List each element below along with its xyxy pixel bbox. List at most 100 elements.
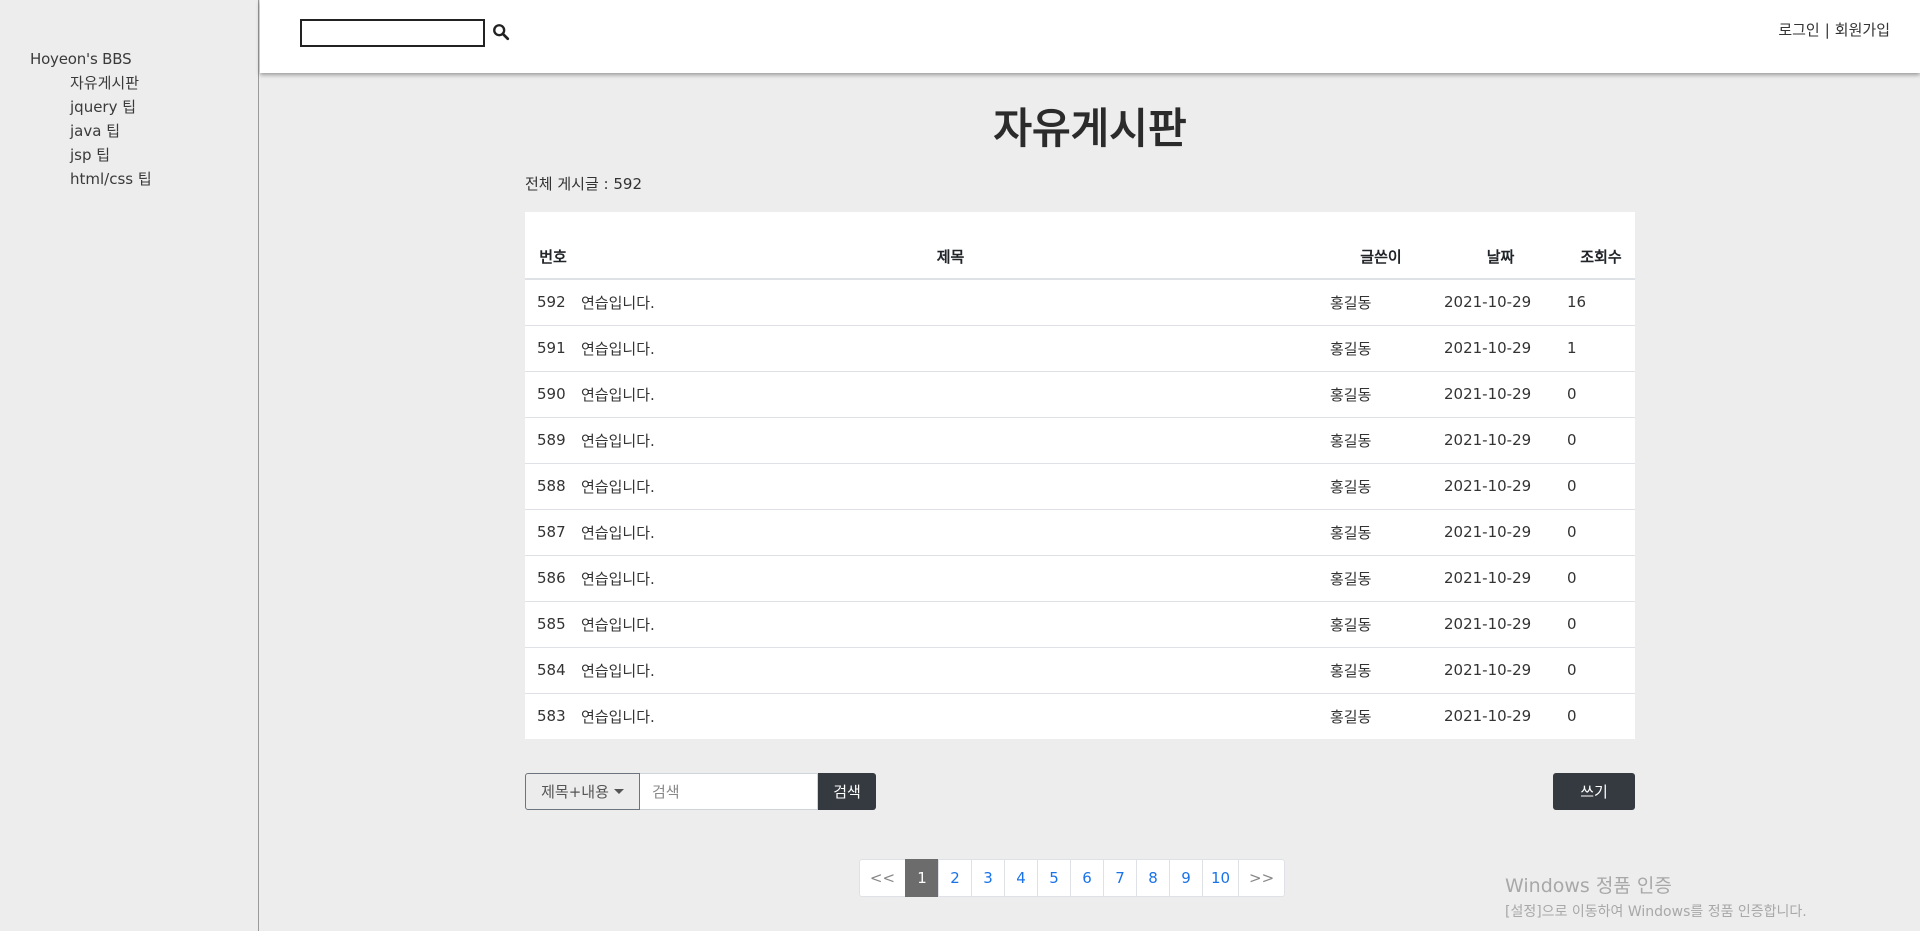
sidebar-item-java-tips[interactable]: java 팁 xyxy=(70,121,152,145)
pagination-next[interactable]: >> xyxy=(1238,859,1286,897)
post-writer: 홍길동 xyxy=(1320,554,1432,601)
post-title-link[interactable]: 연습입니다. xyxy=(581,554,1320,601)
post-date: 2021-10-29 xyxy=(1432,416,1557,463)
post-title-link[interactable]: 연습입니다. xyxy=(581,646,1320,693)
table-row[interactable]: 589 연습입니다. 홍길동 2021-10-29 0 xyxy=(525,416,1635,463)
post-views: 0 xyxy=(1557,370,1635,417)
column-header-number: 번호 xyxy=(525,212,581,280)
post-number: 591 xyxy=(525,324,581,371)
post-writer: 홍길동 xyxy=(1320,600,1432,647)
post-writer: 홍길동 xyxy=(1320,508,1432,555)
search-type-label: 제목+내용 xyxy=(541,783,609,801)
table-row[interactable]: 587 연습입니다. 홍길동 2021-10-29 0 xyxy=(525,508,1635,555)
post-title-link[interactable]: 연습입니다. xyxy=(581,508,1320,555)
pagination-page[interactable]: 7 xyxy=(1103,859,1137,897)
post-number: 587 xyxy=(525,508,581,555)
post-date: 2021-10-29 xyxy=(1432,692,1557,739)
post-date: 2021-10-29 xyxy=(1432,646,1557,693)
post-writer: 홍길동 xyxy=(1320,278,1432,325)
pagination-page[interactable]: 4 xyxy=(1004,859,1038,897)
post-title-link[interactable]: 연습입니다. xyxy=(581,416,1320,463)
post-views: 0 xyxy=(1557,508,1635,555)
post-views: 0 xyxy=(1557,692,1635,739)
post-date: 2021-10-29 xyxy=(1432,324,1557,371)
post-writer: 홍길동 xyxy=(1320,646,1432,693)
write-post-button[interactable]: 쓰기 xyxy=(1553,773,1635,810)
post-writer: 홍길동 xyxy=(1320,324,1432,371)
post-views: 1 xyxy=(1557,324,1635,371)
top-bar: 로그인 | 회원가입 xyxy=(260,0,1920,73)
pagination-page[interactable]: 2 xyxy=(938,859,972,897)
table-row[interactable]: 588 연습입니다. 홍길동 2021-10-29 0 xyxy=(525,462,1635,509)
brand-title[interactable]: Hoyeon's BBS xyxy=(30,50,132,68)
post-date: 2021-10-29 xyxy=(1432,600,1557,647)
auth-separator: | xyxy=(1824,21,1830,39)
pagination-page[interactable]: 8 xyxy=(1136,859,1170,897)
post-number: 584 xyxy=(525,646,581,693)
column-header-writer: 글쓴이 xyxy=(1320,212,1432,280)
sidebar-item-free-board[interactable]: 자유게시판 xyxy=(70,73,152,97)
sidebar-item-jquery-tips[interactable]: jquery 팁 xyxy=(70,97,152,121)
post-views: 0 xyxy=(1557,600,1635,647)
pagination-prev[interactable]: << xyxy=(859,859,906,897)
post-title-link[interactable]: 연습입니다. xyxy=(581,692,1320,739)
pagination-page[interactable]: 1 xyxy=(905,859,939,897)
table-row[interactable]: 591 연습입니다. 홍길동 2021-10-29 1 xyxy=(525,324,1635,371)
pagination: << 1 2 3 4 5 6 7 8 9 10 >> xyxy=(859,859,1286,897)
signup-link[interactable]: 회원가입 xyxy=(1835,21,1890,39)
pagination-page[interactable]: 10 xyxy=(1202,859,1240,897)
post-writer: 홍길동 xyxy=(1320,416,1432,463)
post-title-link[interactable]: 연습입니다. xyxy=(581,324,1320,371)
table-row[interactable]: 586 연습입니다. 홍길동 2021-10-29 0 xyxy=(525,554,1635,601)
watermark-title: Windows 정품 인증 xyxy=(1505,875,1672,897)
post-number: 583 xyxy=(525,692,581,739)
pagination-page[interactable]: 5 xyxy=(1037,859,1071,897)
board-search-input[interactable] xyxy=(640,773,818,810)
table-row[interactable]: 585 연습입니다. 홍길동 2021-10-29 0 xyxy=(525,600,1635,647)
auth-links: 로그인 | 회원가입 xyxy=(1778,19,1890,40)
post-number: 590 xyxy=(525,370,581,417)
post-number: 585 xyxy=(525,600,581,647)
pagination-page[interactable]: 3 xyxy=(971,859,1005,897)
sidebar-item-jsp-tips[interactable]: jsp 팁 xyxy=(70,145,152,169)
column-header-title: 제목 xyxy=(581,212,1320,280)
post-views: 0 xyxy=(1557,416,1635,463)
post-views: 0 xyxy=(1557,554,1635,601)
caret-down-icon xyxy=(613,789,624,794)
table-row[interactable]: 583 연습입니다. 홍길동 2021-10-29 0 xyxy=(525,692,1635,739)
top-search-input[interactable] xyxy=(300,19,485,47)
post-date: 2021-10-29 xyxy=(1432,554,1557,601)
search-type-dropdown[interactable]: 제목+내용 xyxy=(525,773,640,810)
post-writer: 홍길동 xyxy=(1320,370,1432,417)
login-link[interactable]: 로그인 xyxy=(1778,21,1819,39)
table-row[interactable]: 590 연습입니다. 홍길동 2021-10-29 0 xyxy=(525,370,1635,417)
post-date: 2021-10-29 xyxy=(1432,370,1557,417)
column-header-date: 날짜 xyxy=(1432,212,1557,280)
table-row[interactable]: 584 연습입니다. 홍길동 2021-10-29 0 xyxy=(525,646,1635,693)
sidebar-item-html-css-tips[interactable]: html/css 팁 xyxy=(70,169,152,193)
post-title-link[interactable]: 연습입니다. xyxy=(581,600,1320,647)
board-search-button[interactable]: 검색 xyxy=(818,773,876,810)
post-writer: 홍길동 xyxy=(1320,462,1432,509)
table-header-row: 번호 제목 글쓴이 날짜 조회수 xyxy=(525,212,1635,280)
post-title-link[interactable]: 연습입니다. xyxy=(581,278,1320,325)
post-number: 592 xyxy=(525,278,581,325)
pagination-page[interactable]: 6 xyxy=(1070,859,1104,897)
post-views: 0 xyxy=(1557,462,1635,509)
post-title-link[interactable]: 연습입니다. xyxy=(581,370,1320,417)
windows-activation-watermark: Windows 정품 인증 [설정]으로 이동하여 Windows를 정품 인증… xyxy=(1505,871,1807,921)
sidebar: Hoyeon's BBS 자유게시판 jquery 팁 java 팁 jsp 팁… xyxy=(0,0,259,931)
watermark-subtitle: [설정]으로 이동하여 Windows를 정품 인증합니다. xyxy=(1505,904,1807,920)
page-title: 자유게시판 xyxy=(993,104,1187,153)
post-writer: 홍길동 xyxy=(1320,692,1432,739)
post-number: 586 xyxy=(525,554,581,601)
search-icon[interactable] xyxy=(492,23,510,41)
pagination-page[interactable]: 9 xyxy=(1169,859,1203,897)
board-search-group: 제목+내용 검색 xyxy=(525,773,876,810)
board-table: 번호 제목 글쓴이 날짜 조회수 592 연습입니다. 홍길동 2021-10-… xyxy=(525,212,1635,739)
post-number: 589 xyxy=(525,416,581,463)
post-date: 2021-10-29 xyxy=(1432,278,1557,325)
total-posts-count: 전체 게시글 : 592 xyxy=(525,175,642,193)
table-row[interactable]: 592 연습입니다. 홍길동 2021-10-29 16 xyxy=(525,278,1635,325)
post-title-link[interactable]: 연습입니다. xyxy=(581,462,1320,509)
